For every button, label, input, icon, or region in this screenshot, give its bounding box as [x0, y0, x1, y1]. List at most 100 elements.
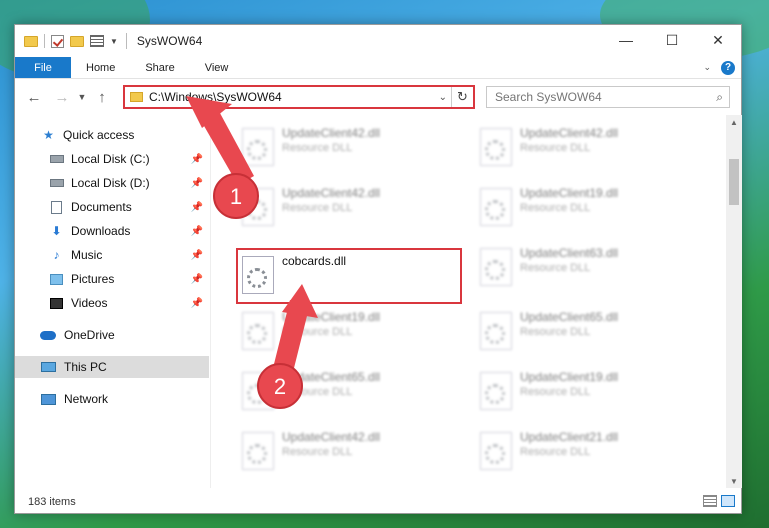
dll-file-icon [242, 432, 274, 470]
large-icons-view-icon[interactable] [721, 495, 735, 507]
tab-home[interactable]: Home [71, 57, 130, 78]
pictures-icon [50, 273, 63, 285]
ribbon: File Home Share View ⌄ ? [15, 57, 741, 79]
vertical-scrollbar[interactable]: ▲ ▼ [726, 115, 742, 488]
navigation-bar: ← → ▼ ↑ C:\Windows\SysWOW64 ⌄ ↻ ⌕ [15, 80, 741, 114]
selection-highlight [236, 248, 462, 304]
file-list: UpdateClient42.dll Resource DLL UpdateCli… [212, 120, 726, 488]
dll-file-icon [480, 432, 512, 470]
refresh-icon[interactable]: ↻ [451, 87, 473, 107]
address-path[interactable]: C:\Windows\SysWOW64 [149, 90, 282, 104]
sidebar-item-videos[interactable]: Videos 📌 [15, 292, 209, 314]
chevron-down-icon[interactable]: ▼ [110, 37, 118, 46]
sidebar-item-label: Documents [71, 200, 132, 214]
search-input[interactable] [495, 90, 695, 104]
sidebar-item-this-pc[interactable]: This PC [15, 356, 209, 378]
pin-icon: 📌 [190, 153, 203, 165]
maximize-button[interactable]: ☐ [649, 25, 695, 55]
dll-file-icon [242, 312, 274, 350]
forward-arrow-icon[interactable]: → [51, 89, 73, 106]
new-folder-icon[interactable] [70, 35, 84, 47]
expand-ribbon-icon[interactable]: ⌄ [703, 62, 711, 73]
this-pc-icon [40, 362, 56, 372]
disk-icon [49, 155, 64, 163]
properties-check-icon[interactable] [51, 34, 64, 48]
videos-icon [50, 297, 63, 309]
file-item[interactable]: UpdateClient42.dll Resource DLL [236, 424, 462, 480]
file-explorer-window: ▼ SysWOW64 — ☐ ✕ File Home Share View ⌄ … [14, 24, 742, 514]
address-bar[interactable]: C:\Windows\SysWOW64 ⌄ ↻ [123, 85, 475, 109]
scroll-thumb[interactable] [729, 159, 739, 205]
disk-icon [49, 179, 64, 187]
star-icon: ★ [43, 128, 54, 142]
file-item[interactable]: UpdateClient65.dll Resource DLL [236, 364, 462, 420]
minimize-button[interactable]: — [603, 25, 649, 55]
pin-icon: 📌 [190, 297, 203, 309]
details-view-icon[interactable] [703, 495, 717, 507]
music-icon: ♪ [53, 248, 60, 262]
help-icon[interactable]: ? [721, 60, 735, 75]
downloads-icon: ⬇ [51, 224, 62, 238]
close-button[interactable]: ✕ [695, 25, 741, 55]
title-bar: ▼ SysWOW64 — ☐ ✕ [15, 25, 741, 57]
customize-icon[interactable] [90, 35, 104, 47]
sidebar-item-onedrive[interactable]: OneDrive [15, 324, 209, 346]
pin-icon: 📌 [190, 225, 203, 237]
file-item[interactable]: UpdateClient42.dll Resource DLL [236, 180, 462, 236]
sidebar-item-label: Videos [71, 296, 108, 310]
dll-file-icon [242, 128, 274, 166]
sidebar-item-documents[interactable]: Documents 📌 [15, 196, 209, 218]
sidebar-item-label: Quick access [63, 128, 135, 142]
scroll-down-icon[interactable]: ▼ [726, 474, 742, 488]
file-item[interactable]: UpdateClient63.dll Resource DLL [474, 240, 700, 296]
file-item[interactable]: UpdateClient42.dll Resource DLL [236, 120, 462, 176]
pin-icon: 📌 [190, 249, 203, 261]
sidebar-item-downloads[interactable]: ⬇ Downloads 📌 [15, 220, 209, 242]
documents-icon [51, 200, 62, 214]
status-bar: 183 items [15, 491, 741, 513]
file-item[interactable]: UpdateClient19.dll Resource DLL [474, 364, 700, 420]
pin-icon: 📌 [190, 177, 203, 189]
dll-file-icon [480, 248, 512, 286]
folder-icon [24, 35, 38, 47]
pin-icon: 📌 [190, 201, 203, 213]
up-arrow-icon[interactable]: ↑ [91, 89, 113, 106]
sidebar-item-local-disk-c[interactable]: Local Disk (C:) 📌 [15, 148, 209, 170]
file-item[interactable]: UpdateClient21.dll Resource DLL [474, 424, 700, 480]
quick-access-toolbar: ▼ [24, 34, 118, 48]
folder-icon [130, 92, 143, 102]
window-title: SysWOW64 [136, 34, 203, 48]
address-dropdown-icon[interactable]: ⌄ [439, 92, 447, 103]
search-box[interactable]: ⌕ [486, 86, 730, 108]
tab-share[interactable]: Share [130, 57, 189, 78]
dll-file-icon [480, 312, 512, 350]
dll-file-icon [242, 188, 274, 226]
back-arrow-icon[interactable]: ← [23, 89, 45, 106]
pin-icon: 📌 [190, 273, 203, 285]
file-item[interactable]: UpdateClient65.dll Resource DLL [474, 304, 700, 360]
sidebar-item-label: Network [64, 392, 109, 406]
recent-locations-chevron-icon[interactable]: ▼ [75, 92, 89, 102]
item-count: 183 items [28, 496, 76, 508]
sidebar-item-music[interactable]: ♪ Music 📌 [15, 244, 209, 266]
dll-file-icon [480, 188, 512, 226]
sidebar-item-label: OneDrive [64, 328, 115, 342]
dll-file-icon [242, 372, 274, 410]
sidebar-item-pictures[interactable]: Pictures 📌 [15, 268, 209, 290]
file-item[interactable]: UpdateClient19.dll Resource DLL [474, 180, 700, 236]
search-icon[interactable]: ⌕ [716, 90, 723, 105]
sidebar-item-label: Music [71, 248, 103, 262]
network-icon [40, 393, 56, 405]
scroll-up-icon[interactable]: ▲ [726, 115, 742, 129]
tab-view[interactable]: View [190, 57, 244, 78]
sidebar-item-label: Local Disk (D:) [71, 176, 150, 190]
sidebar-item-local-disk-d[interactable]: Local Disk (D:) 📌 [15, 172, 209, 194]
file-item[interactable]: UpdateClient42.dll Resource DLL [474, 120, 700, 176]
sidebar-item-quick-access[interactable]: ★ Quick access [15, 124, 209, 146]
sidebar-item-network[interactable]: Network [15, 388, 209, 410]
tab-file[interactable]: File [15, 57, 71, 78]
navigation-pane: ★ Quick access Local Disk (C:) 📌 Local D… [15, 120, 211, 488]
file-item[interactable]: UpdateClient19.dll Resource DLL [236, 304, 462, 360]
sidebar-item-label: This PC [64, 360, 107, 374]
sidebar-item-label: Local Disk (C:) [71, 152, 150, 166]
